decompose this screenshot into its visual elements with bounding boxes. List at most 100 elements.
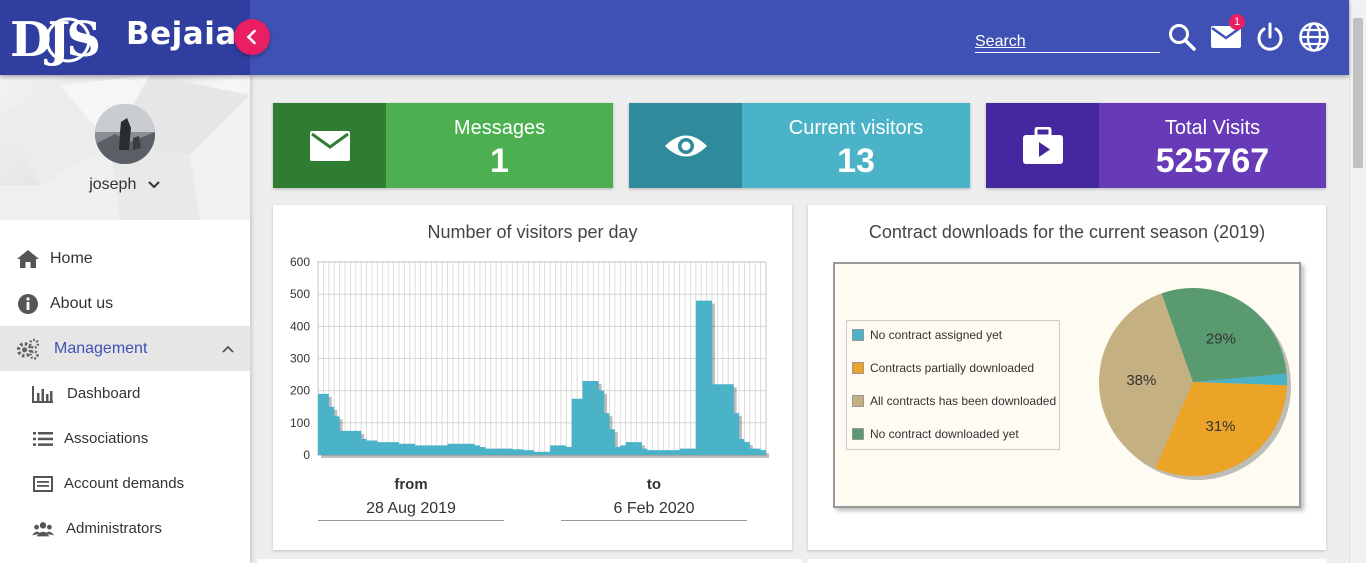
data-point[interactable]	[334, 416, 339, 455]
data-point[interactable]	[507, 449, 512, 455]
nav-item-home[interactable]: Home	[0, 236, 250, 281]
data-point[interactable]	[469, 444, 474, 455]
data-point[interactable]	[588, 381, 593, 455]
data-point[interactable]	[723, 384, 728, 455]
data-point[interactable]	[539, 452, 544, 455]
data-point[interactable]	[480, 447, 485, 455]
data-point[interactable]	[496, 449, 501, 455]
data-point[interactable]	[404, 444, 409, 455]
data-point[interactable]	[593, 381, 598, 455]
stat-card-total-visits[interactable]: Total Visits 525767	[986, 103, 1326, 188]
data-point[interactable]	[734, 413, 739, 455]
search-field[interactable]	[975, 33, 1160, 53]
data-point[interactable]	[609, 429, 614, 455]
data-point[interactable]	[674, 450, 679, 455]
data-point[interactable]	[701, 301, 706, 455]
data-point[interactable]	[696, 301, 701, 455]
nav-item-dashboard[interactable]: Dashboard	[0, 371, 250, 416]
data-point[interactable]	[647, 450, 652, 455]
data-point[interactable]	[475, 445, 480, 455]
data-point[interactable]	[658, 450, 663, 455]
data-point[interactable]	[345, 431, 350, 455]
data-point[interactable]	[523, 450, 528, 455]
data-point[interactable]	[739, 439, 744, 455]
data-point[interactable]	[377, 442, 382, 455]
data-point[interactable]	[415, 445, 420, 455]
data-point[interactable]	[712, 384, 717, 455]
data-point[interactable]	[599, 391, 604, 455]
data-point[interactable]	[615, 447, 620, 455]
data-point[interactable]	[750, 449, 755, 455]
nav-item-associations[interactable]: Associations	[0, 416, 250, 461]
stat-card-messages[interactable]: Messages 1	[273, 103, 613, 188]
data-point[interactable]	[653, 450, 658, 455]
data-point[interactable]	[550, 445, 555, 455]
collapse-sidebar-button[interactable]	[234, 19, 270, 55]
data-point[interactable]	[431, 445, 436, 455]
data-point[interactable]	[680, 449, 685, 455]
page-scrollbar[interactable]	[1349, 0, 1366, 563]
search-input[interactable]	[975, 33, 1160, 51]
data-point[interactable]	[426, 445, 431, 455]
data-point[interactable]	[448, 444, 453, 455]
messages-button[interactable]: 1	[1209, 14, 1245, 54]
data-point[interactable]	[755, 449, 760, 455]
data-point[interactable]	[502, 449, 507, 455]
data-point[interactable]	[410, 444, 415, 455]
legend-item[interactable]: No contract assigned yet	[852, 327, 1002, 343]
data-point[interactable]	[442, 445, 447, 455]
data-point[interactable]	[437, 445, 442, 455]
data-point[interactable]	[626, 442, 631, 455]
avatar[interactable]	[95, 104, 155, 164]
brand-logo[interactable]: DJS	[10, 10, 122, 66]
data-point[interactable]	[340, 431, 345, 455]
data-point[interactable]	[329, 407, 334, 455]
data-point[interactable]	[318, 394, 323, 455]
data-point[interactable]	[361, 439, 366, 455]
data-point[interactable]	[356, 431, 361, 455]
nav-item-about[interactable]: About us	[0, 281, 250, 326]
data-point[interactable]	[631, 442, 636, 455]
language-button[interactable]	[1297, 20, 1331, 54]
data-point[interactable]	[372, 441, 377, 455]
data-point[interactable]	[512, 449, 517, 455]
data-point[interactable]	[577, 399, 582, 455]
data-point[interactable]	[491, 449, 496, 455]
data-point[interactable]	[572, 399, 577, 455]
data-point[interactable]	[545, 452, 550, 455]
legend-item[interactable]: No contract downloaded yet	[852, 426, 1019, 442]
data-point[interactable]	[367, 441, 372, 455]
data-point[interactable]	[464, 444, 469, 455]
data-point[interactable]	[421, 445, 426, 455]
data-point[interactable]	[555, 445, 560, 455]
data-point[interactable]	[453, 444, 458, 455]
data-point[interactable]	[518, 449, 523, 455]
legend-item[interactable]: Contracts partially downloaded	[852, 360, 1034, 376]
data-point[interactable]	[744, 442, 749, 455]
data-point[interactable]	[707, 301, 712, 455]
data-point[interactable]	[669, 450, 674, 455]
data-point[interactable]	[323, 394, 328, 455]
nav-item-account-demands[interactable]: Account demands	[0, 461, 250, 506]
data-point[interactable]	[761, 450, 766, 455]
data-point[interactable]	[566, 447, 571, 455]
username-menu[interactable]: joseph	[0, 176, 250, 194]
data-point[interactable]	[458, 444, 463, 455]
data-point[interactable]	[350, 431, 355, 455]
nav-item-administrators[interactable]: Administrators	[0, 506, 250, 551]
data-point[interactable]	[388, 442, 393, 455]
legend-item[interactable]: All contracts has been downloaded	[852, 393, 1056, 409]
data-point[interactable]	[394, 442, 399, 455]
data-point[interactable]	[399, 444, 404, 455]
data-point[interactable]	[604, 413, 609, 455]
to-date-input[interactable]: 6 Feb 2020	[561, 500, 747, 521]
data-point[interactable]	[717, 384, 722, 455]
stat-card-current-visitors[interactable]: Current visitors 13	[629, 103, 970, 188]
data-point[interactable]	[728, 384, 733, 455]
data-point[interactable]	[636, 442, 641, 455]
data-point[interactable]	[663, 450, 668, 455]
data-point[interactable]	[620, 445, 625, 455]
data-point[interactable]	[534, 452, 539, 455]
data-point[interactable]	[529, 450, 534, 455]
data-point[interactable]	[685, 449, 690, 455]
